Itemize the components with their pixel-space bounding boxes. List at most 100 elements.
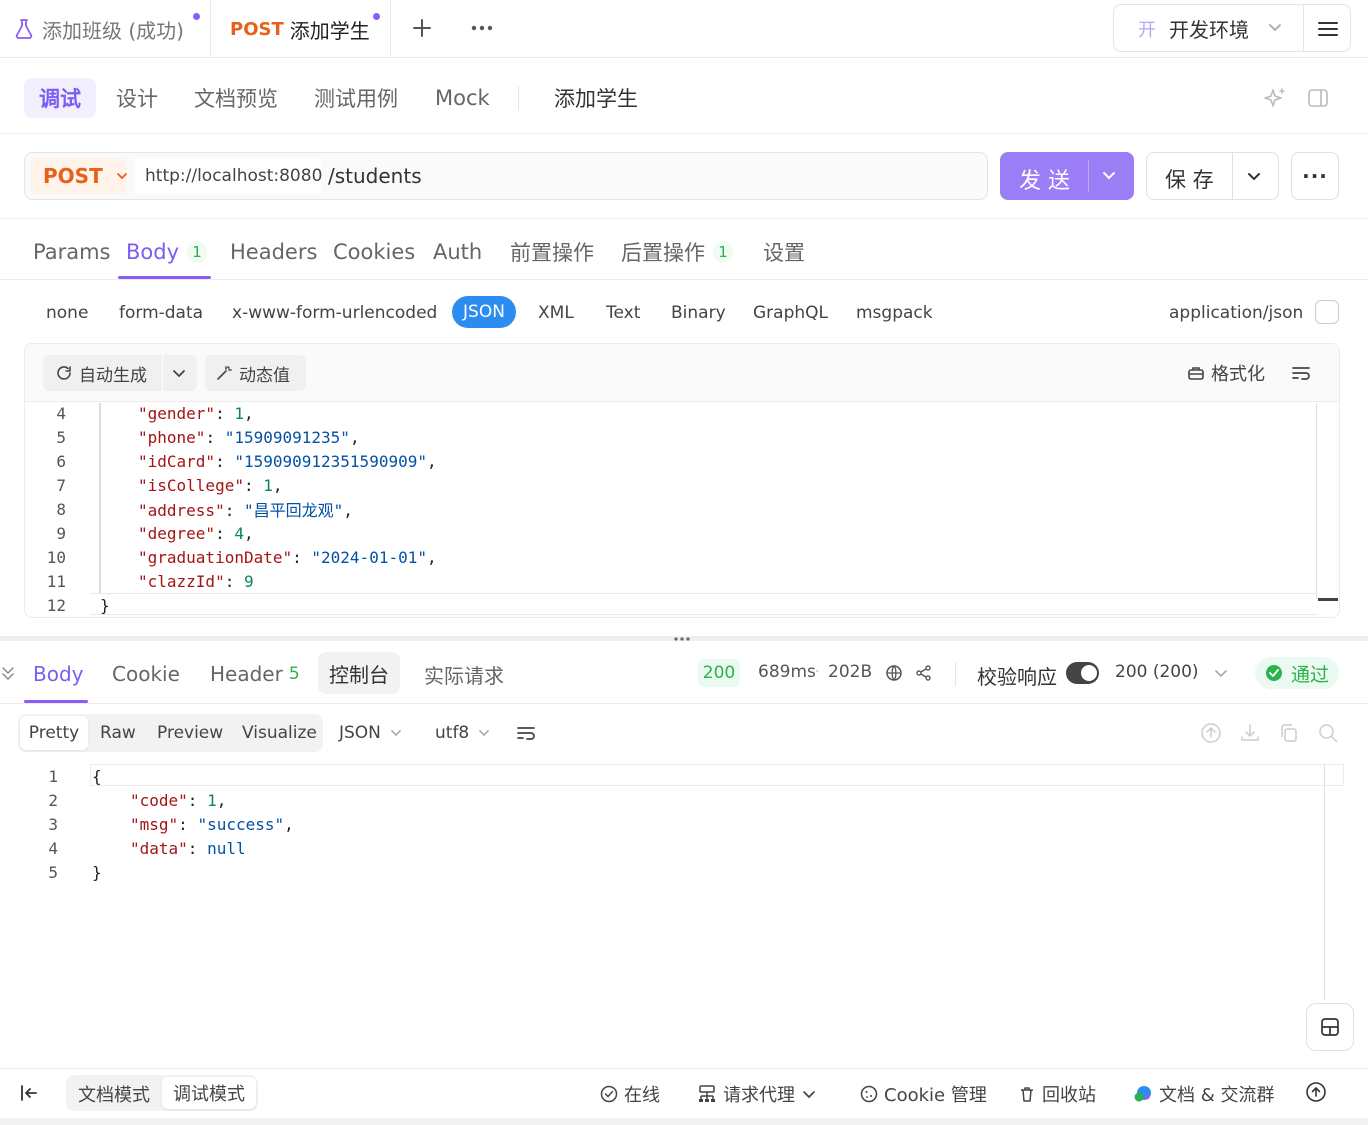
body-type-binary[interactable]: Binary [671, 298, 726, 328]
recycle-bin[interactable]: 回收站 [1018, 1078, 1096, 1110]
base-url[interactable]: http://localhost:8080 [135, 158, 322, 194]
send-button[interactable]: 发 送 [1000, 152, 1134, 200]
format-visualize[interactable]: Visualize [242, 716, 317, 750]
share-icon[interactable] [915, 664, 933, 682]
api-name[interactable]: 添加学生 [554, 78, 638, 118]
encoding-label: utf8 [435, 723, 470, 743]
body-type-none[interactable]: none [46, 298, 88, 328]
body-type-urlencoded[interactable]: x-www-form-urlencoded [232, 298, 437, 328]
json-colon: : [215, 451, 235, 471]
chevron-down-icon[interactable] [1100, 166, 1118, 184]
tab-body[interactable]: Body 1 [126, 236, 208, 268]
tab-post-ops[interactable]: 后置操作 1 [621, 236, 733, 268]
collapse-sidebar-icon[interactable] [18, 1082, 40, 1104]
proxy-label: 请求代理 [723, 1085, 795, 1106]
online-status[interactable]: 在线 [600, 1078, 660, 1110]
resp-tab-header-label: Header [210, 662, 283, 686]
tab-test-cases[interactable]: 测试用例 [314, 78, 398, 118]
format-pretty[interactable]: Pretty [20, 716, 88, 750]
drag-handle-icon[interactable] [672, 634, 692, 644]
more-tabs-button[interactable] [466, 12, 498, 44]
hamburger-icon [1318, 22, 1338, 36]
chevron-down-icon[interactable] [1245, 167, 1263, 185]
encoding-select[interactable]: utf8 [435, 716, 491, 750]
json-colon: : [178, 814, 198, 834]
dynamic-value-button[interactable]: 动态值 [205, 355, 306, 391]
line-number: 6 [56, 451, 66, 471]
resp-tab-body[interactable]: Body [33, 656, 84, 692]
tab-add-class[interactable]: 添加班级 (成功) [12, 0, 184, 58]
tab-add-student[interactable]: POST 添加学生 [230, 0, 370, 58]
side-panel-icon[interactable] [1306, 86, 1330, 110]
tab-debug[interactable]: 调试 [24, 78, 96, 118]
json-key: "code" [130, 790, 188, 810]
path-input[interactable]: /students [328, 164, 422, 188]
json-colon: : [215, 523, 235, 543]
response-body-code[interactable]: 1{2 "code": 1, 3 "msg": "success", 4 "data": … [0, 764, 1312, 884]
code-text: "gender": 1, [66, 404, 254, 423]
tab-design[interactable]: 设计 [116, 78, 158, 118]
body-type-json[interactable]: JSON [452, 296, 516, 328]
tab-headers[interactable]: Headers [230, 236, 317, 268]
docs-community[interactable]: 文档 & 交流群 [1133, 1078, 1274, 1110]
code-text: "graduationDate": "2024-01-01", [66, 548, 437, 567]
globe-icon[interactable] [885, 664, 903, 682]
resp-tab-cookie[interactable]: Cookie [112, 656, 180, 692]
wrap-lines-icon[interactable] [515, 722, 537, 744]
resp-tab-actual-request[interactable]: 实际请求 [424, 656, 504, 692]
format-raw[interactable]: Raw [100, 716, 136, 750]
arrow-up-circle-icon[interactable] [1305, 1081, 1327, 1103]
json-value: 1 [207, 790, 217, 810]
menu-button[interactable] [1314, 16, 1342, 42]
chevron-down-icon[interactable] [170, 364, 188, 382]
tab-settings[interactable]: 设置 [763, 236, 805, 268]
body-type-graphql[interactable]: GraphQL [753, 298, 828, 328]
layout-toggle-button[interactable] [1306, 1003, 1354, 1051]
collapse-icon[interactable] [0, 664, 16, 682]
proxy-menu[interactable]: 请求代理 [697, 1078, 817, 1110]
format-preview[interactable]: Preview [157, 716, 223, 750]
cookie-manager[interactable]: Cookie 管理 [860, 1078, 987, 1110]
scroll-thumb[interactable] [1318, 598, 1338, 601]
tab-method-label: POST [230, 18, 284, 40]
download-icon[interactable] [1239, 722, 1261, 744]
add-tab-button[interactable] [408, 12, 436, 44]
debug-mode-button[interactable]: 调试模式 [162, 1077, 256, 1109]
cookie-icon [860, 1085, 878, 1103]
code-text: } [66, 596, 110, 615]
upload-icon[interactable] [1200, 722, 1222, 744]
line-number: 8 [56, 499, 66, 519]
save-divider [1232, 153, 1233, 199]
ai-sparkle-icon[interactable] [1262, 86, 1288, 112]
json-comma: , [426, 451, 437, 471]
tab-cookies[interactable]: Cookies [333, 236, 415, 268]
status-select[interactable]: 200 (200) [1115, 662, 1199, 682]
resp-tab-header[interactable]: Header 5 [210, 656, 300, 692]
json-colon: : [215, 403, 235, 423]
body-type-xml[interactable]: XML [538, 298, 574, 328]
doc-mode-button[interactable]: 文档模式 [72, 1078, 156, 1110]
body-type-text[interactable]: Text [606, 298, 640, 328]
code-line: 12} [0, 593, 1316, 617]
count-badge: 5 [288, 664, 300, 684]
tab-mock[interactable]: Mock [435, 78, 490, 118]
tab-params[interactable]: Params [33, 236, 111, 268]
save-button[interactable]: 保 存 [1146, 152, 1279, 200]
language-select[interactable]: JSON [339, 716, 403, 750]
format-button[interactable]: 格式化 [1187, 360, 1265, 386]
tab-doc-preview[interactable]: 文档预览 [194, 78, 278, 118]
validate-toggle[interactable] [1066, 662, 1099, 684]
chevron-down-icon[interactable] [1212, 664, 1230, 682]
method-selector[interactable]: POST [31, 158, 127, 194]
body-type-form-data[interactable]: form-data [119, 298, 203, 328]
tab-pre-ops[interactable]: 前置操作 [510, 236, 594, 268]
content-type-toggle[interactable] [1315, 300, 1339, 324]
request-body-code[interactable]: 4 "gender": 1, 5 "phone": "15909091235", 6 "i… [0, 401, 1316, 617]
copy-icon[interactable] [1278, 722, 1300, 744]
resp-tab-console[interactable]: 控制台 [318, 652, 400, 694]
tab-auth[interactable]: Auth [433, 236, 482, 268]
body-type-msgpack[interactable]: msgpack [856, 298, 933, 328]
search-icon[interactable] [1317, 722, 1339, 744]
wrap-lines-icon[interactable] [1290, 362, 1312, 384]
more-actions-button[interactable]: ··· [1291, 152, 1339, 200]
